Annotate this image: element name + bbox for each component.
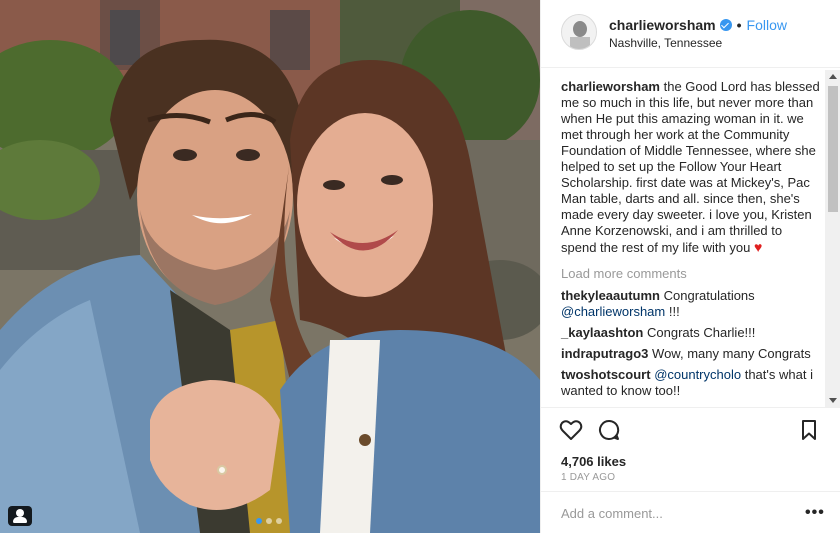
comment-username[interactable]: indraputrago3 [561,346,648,361]
comment-item: _kaylaashton Congrats Charlie!!! [561,325,821,341]
add-comment-bar: ••• [541,491,840,533]
carousel-dots[interactable] [256,518,282,524]
comment-username[interactable]: thekyleaautumn [561,288,660,303]
post-side-panel: charlieworsham • Follow Nashville, Tenne… [540,0,840,533]
verified-badge-icon [719,19,732,31]
red-heart-emoji: ♥ [753,239,763,255]
comment-item: twoshotscourt @countrycholo that's what … [561,367,821,399]
post-timestamp[interactable]: 1 DAY AGO [561,472,615,483]
scroll-down-arrow-icon[interactable] [829,398,837,403]
follow-button[interactable]: Follow [747,17,787,33]
likes-count[interactable]: 4,706 likes [561,454,626,469]
scroll-thumb[interactable] [828,86,838,212]
carousel-dot-3[interactable] [276,518,282,524]
comment-mention[interactable]: @charlieworsham [561,304,665,319]
heart-outline-icon[interactable] [559,418,583,442]
post-actions: 4,706 likes 1 DAY AGO ••• [541,407,840,533]
comment-text: Congratulations [663,288,755,303]
couple-selfie-image [0,0,540,533]
speech-bubble-icon[interactable] [597,418,621,442]
comment-item: thekyleaautumn Congratulations @charliew… [561,288,821,320]
separator-dot: • [736,17,742,33]
carousel-dot-1[interactable] [256,518,262,524]
avatar[interactable] [561,14,597,50]
caption-text: the Good Lord has blessed me so much in … [561,79,820,255]
caption-username[interactable]: charlieworsham [561,79,660,94]
comment-username[interactable]: _kaylaashton [561,325,643,340]
add-comment-input[interactable] [561,504,791,522]
comments-section[interactable]: charlieworsham the Good Lord has blessed… [541,69,840,407]
location-link[interactable]: Nashville, Tennessee [609,36,722,50]
post-photo[interactable] [0,0,540,533]
comment-item: indraputrago3 Wow, many many Congrats [561,346,821,362]
scroll-up-arrow-icon[interactable] [829,74,837,79]
user-tag-icon[interactable] [8,506,32,526]
username-link[interactable]: charlieworsham [609,17,716,33]
comment-mention[interactable]: @countrycholo [654,367,741,382]
comments-scrollbar[interactable] [825,70,840,407]
comment-suffix: !!! [668,304,680,319]
more-options-icon[interactable]: ••• [805,504,825,522]
caption: charlieworsham the Good Lord has blessed… [561,79,821,256]
post-header: charlieworsham • Follow Nashville, Tenne… [541,0,840,68]
comment-text: Wow, many many Congrats [652,346,811,361]
bookmark-icon[interactable] [797,418,821,442]
comment-text: Congrats Charlie!!! [647,325,756,340]
comment-username[interactable]: twoshotscourt [561,367,651,382]
load-more-comments-link[interactable]: Load more comments [561,266,821,282]
carousel-dot-2[interactable] [266,518,272,524]
